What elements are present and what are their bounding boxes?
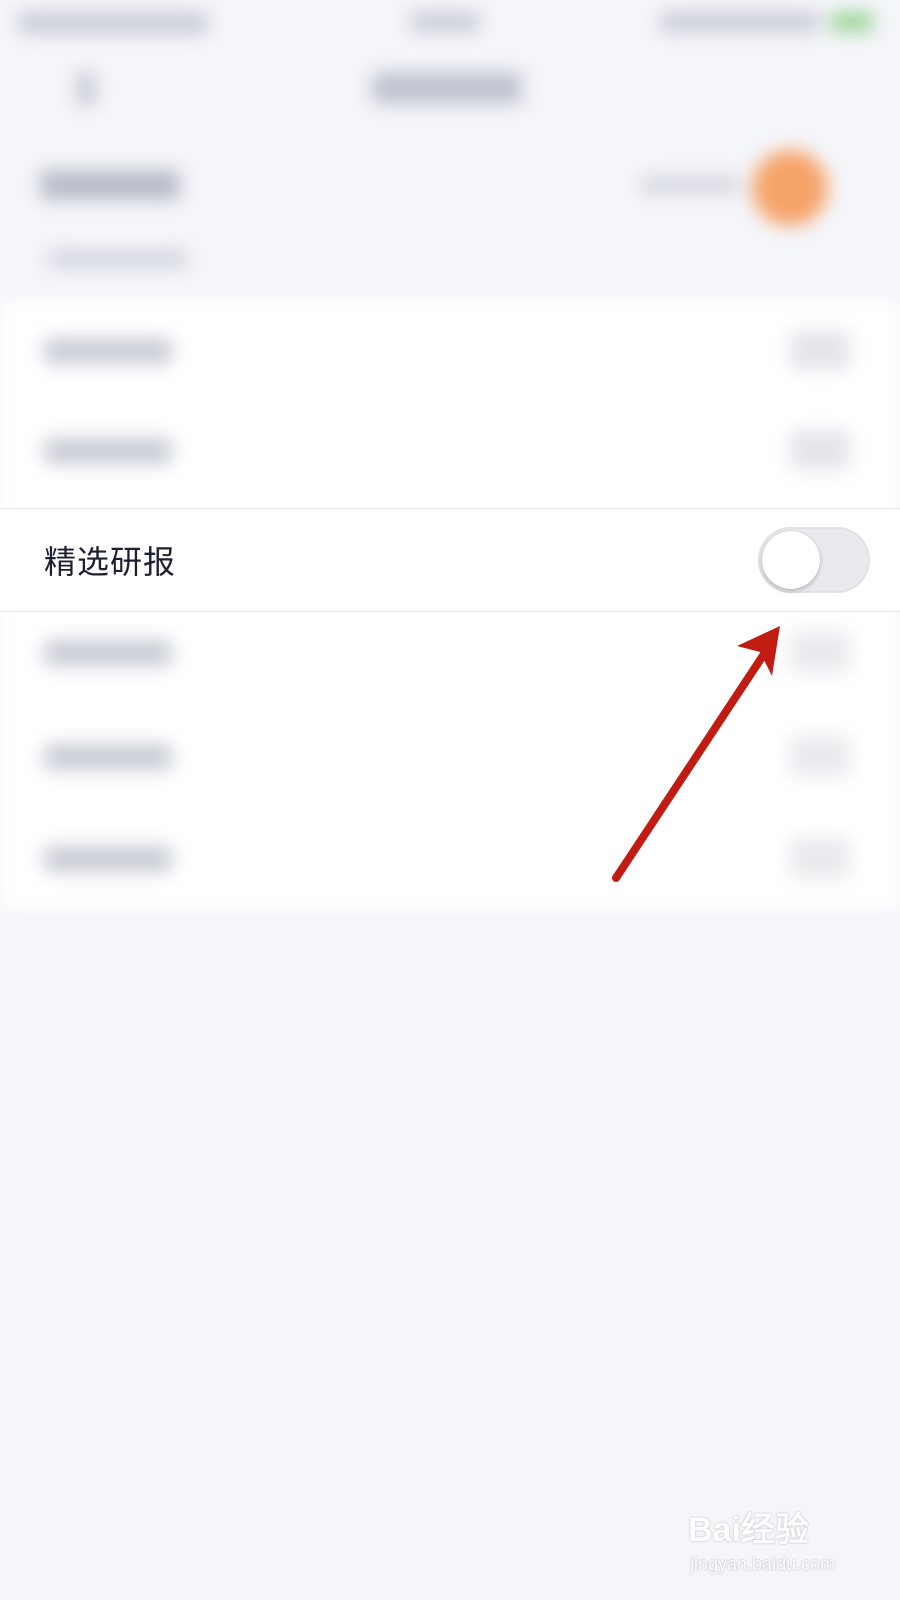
- blurred-row-control: [790, 430, 850, 470]
- toggle-switch[interactable]: [758, 527, 870, 593]
- blurred-row-label: [44, 640, 172, 666]
- blurred-row-label: [44, 438, 172, 464]
- blurred-row-label: [44, 338, 172, 364]
- blurred-row-control: [790, 330, 850, 370]
- watermark: Bai经验 jingyan.baidu.com: [688, 1502, 868, 1582]
- back-icon: [76, 72, 96, 106]
- nav-title-blur: [372, 72, 522, 104]
- account-name-blur: [40, 170, 180, 200]
- battery-icon: [830, 12, 874, 32]
- blurred-row-control: [790, 632, 850, 672]
- status-bar-left-blur: [18, 12, 208, 34]
- blurred-background: [0, 0, 900, 960]
- blurred-row-control: [790, 838, 850, 878]
- watermark-url: jingyan.baidu.com: [690, 1554, 836, 1574]
- watermark-logo: Bai经验: [688, 1511, 809, 1549]
- blurred-row-label: [44, 846, 172, 872]
- status-bar-right-blur: [660, 12, 820, 32]
- account-sub-blur: [48, 250, 188, 268]
- blurred-row-control: [790, 736, 850, 776]
- blurred-row-label: [44, 744, 172, 770]
- settings-screen: 精选研报 Bai经验 jingyan.baidu.com: [0, 0, 900, 1600]
- setting-label: 精选研报: [44, 543, 177, 581]
- toggle-knob[interactable]: [762, 531, 820, 589]
- avatar: [752, 150, 828, 226]
- account-right-blur: [640, 176, 740, 194]
- status-bar-center-blur: [410, 12, 480, 32]
- setting-row-featured-research[interactable]: 精选研报: [0, 508, 900, 612]
